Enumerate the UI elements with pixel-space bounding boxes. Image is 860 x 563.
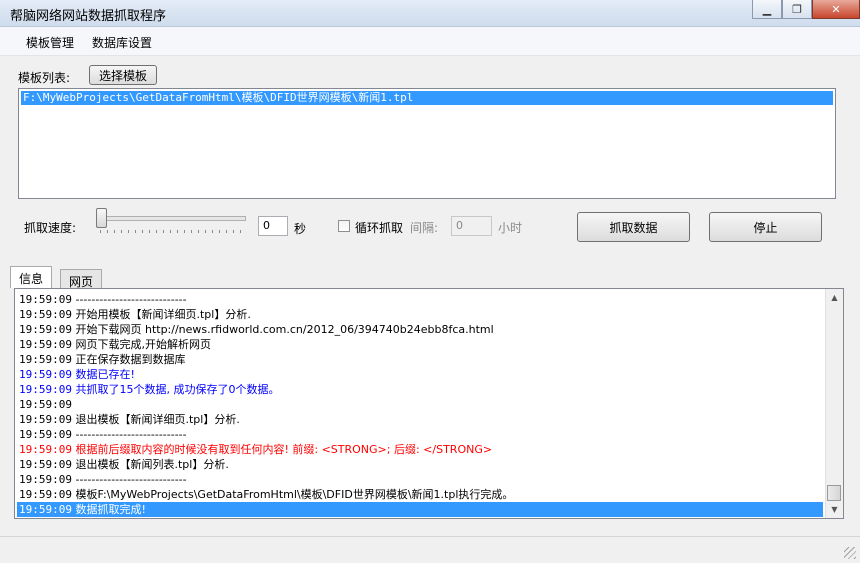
interval-unit: 小时	[498, 221, 523, 235]
log-message: ----------------------------	[71, 293, 187, 306]
template-listbox[interactable]: F:\MyWebProjects\GetDataFromHtml\模板\DFID…	[18, 88, 836, 199]
maximize-icon: ❐	[792, 2, 802, 16]
scroll-thumb[interactable]	[827, 485, 841, 501]
log-line[interactable]: 19:59:09 开始下载网页 http://news.rfidworld.co…	[19, 322, 825, 337]
stop-button[interactable]: 停止	[709, 212, 822, 242]
log-line[interactable]: 19:59:09 模板F:\MyWebProjects\GetDataFromH…	[19, 487, 825, 502]
minimize-icon: ▁	[762, 2, 772, 16]
log-message: 正在保存数据到数据库	[71, 353, 186, 366]
menu-database-settings[interactable]: 数据库设置	[92, 34, 152, 51]
tab-webpage[interactable]: 网页	[60, 269, 103, 289]
log-time: 19:59:09	[19, 458, 72, 471]
scroll-up-icon[interactable]: ▲	[826, 289, 843, 306]
template-list-label: 模板列表:	[18, 71, 71, 85]
log-line[interactable]: 19:59:09 ----------------------------	[19, 472, 825, 487]
log-line[interactable]: 19:59:09 ----------------------------	[19, 292, 825, 307]
slider-thumb[interactable]	[96, 208, 107, 228]
minimize-button[interactable]: ▁	[752, 0, 782, 19]
speed-input[interactable]: 0	[258, 216, 288, 236]
interval-input[interactable]: 0	[451, 216, 492, 236]
menu-bar: 模板管理 数据库设置	[0, 27, 860, 56]
title-bar: 帮脑网络网站数据抓取程序 ▁ ❐ ✕	[0, 0, 860, 27]
loop-label: 循环抓取	[355, 221, 404, 235]
log-time: 19:59:09	[19, 383, 72, 396]
log-line[interactable]: 19:59:09 退出模板【新闻列表.tpl】分析.	[19, 457, 825, 472]
log-time: 19:59:09	[19, 413, 72, 426]
interval-label: 间隔:	[410, 221, 439, 235]
fetch-data-button[interactable]: 抓取数据	[577, 212, 690, 242]
log-message: ----------------------------	[71, 428, 187, 441]
template-list-item[interactable]: F:\MyWebProjects\GetDataFromHtml\模板\DFID…	[21, 91, 833, 105]
log-message: 开始用模板【新闻详细页.tpl】分析.	[71, 308, 251, 321]
menu-template-manage[interactable]: 模板管理	[26, 34, 74, 51]
slider-ticks	[100, 230, 244, 233]
log-line[interactable]: 19:59:09 正在保存数据到数据库	[19, 352, 825, 367]
select-template-button[interactable]: 选择模板	[89, 65, 157, 85]
log-line[interactable]: 19:59:09 数据已存在!	[19, 367, 825, 382]
log-line[interactable]: 19:59:09 退出模板【新闻详细页.tpl】分析.	[19, 412, 825, 427]
speed-slider[interactable]	[96, 208, 246, 234]
log-time: 19:59:09	[19, 368, 72, 381]
log-line[interactable]: 19:59:09 根据前后缀取内容的时候没有取到任何内容! 前缀: <STRON…	[19, 442, 825, 457]
close-button[interactable]: ✕	[812, 0, 860, 19]
log-time: 19:59:09	[19, 338, 72, 351]
log-time: 19:59:09	[19, 398, 72, 411]
log-message: ----------------------------	[71, 473, 187, 486]
log-scrollbar[interactable]: ▲ ▼	[825, 289, 843, 518]
log-message: 共抓取了15个数据, 成功保存了0个数据。	[71, 383, 280, 396]
close-icon: ✕	[831, 2, 841, 16]
log-time: 19:59:09	[19, 293, 72, 306]
log-time: 19:59:09	[19, 488, 72, 501]
log-message: 网页下载完成,开始解析网页	[71, 338, 211, 351]
window-title: 帮脑网络网站数据抓取程序	[10, 9, 167, 24]
log-time: 19:59:09	[19, 323, 72, 336]
log-message: 数据抓取完成!	[71, 503, 146, 516]
scroll-down-icon[interactable]: ▼	[826, 501, 843, 518]
log-line[interactable]: 19:59:09 网页下载完成,开始解析网页	[19, 337, 825, 352]
loop-checkbox[interactable]	[338, 220, 350, 232]
speed-unit: 秒	[294, 222, 307, 236]
log-message: 退出模板【新闻详细页.tpl】分析.	[71, 413, 240, 426]
log-line[interactable]: 19:59:09 共抓取了15个数据, 成功保存了0个数据。	[19, 382, 825, 397]
log-time: 19:59:09	[19, 353, 72, 366]
maximize-button[interactable]: ❐	[782, 0, 812, 19]
log-message: 数据已存在!	[71, 368, 135, 381]
window-controls: ▁ ❐ ✕	[752, 0, 860, 19]
slider-track	[100, 216, 246, 221]
log-time: 19:59:09	[19, 308, 72, 321]
log-line[interactable]: 19:59:09	[19, 397, 825, 412]
log-message: 根据前后缀取内容的时候没有取到任何内容! 前缀: <STRONG>; 后缀: <…	[71, 443, 493, 456]
log-time: 19:59:09	[19, 443, 72, 456]
log-message: 开始下载网页 http://news.rfidworld.com.cn/2012…	[71, 323, 494, 336]
log-message: 模板F:\MyWebProjects\GetDataFromHtml\模板\DF…	[71, 488, 514, 501]
tab-info[interactable]: 信息	[10, 266, 53, 288]
log-line[interactable]: 19:59:09 ----------------------------	[19, 427, 825, 442]
log-time: 19:59:09	[19, 473, 72, 486]
log-line[interactable]: 19:59:09 开始用模板【新闻详细页.tpl】分析.	[19, 307, 825, 322]
resize-grip-icon[interactable]	[844, 547, 856, 559]
log-panel[interactable]: 19:59:09 ---------------------------- 19:…	[14, 288, 844, 519]
log-time: 19:59:09	[19, 503, 72, 516]
log-time: 19:59:09	[19, 428, 72, 441]
log-line[interactable]: 19:59:09 数据抓取完成!	[17, 502, 823, 517]
speed-label: 抓取速度:	[24, 221, 77, 235]
log-message: 退出模板【新闻列表.tpl】分析.	[71, 458, 229, 471]
status-bar	[0, 536, 860, 563]
